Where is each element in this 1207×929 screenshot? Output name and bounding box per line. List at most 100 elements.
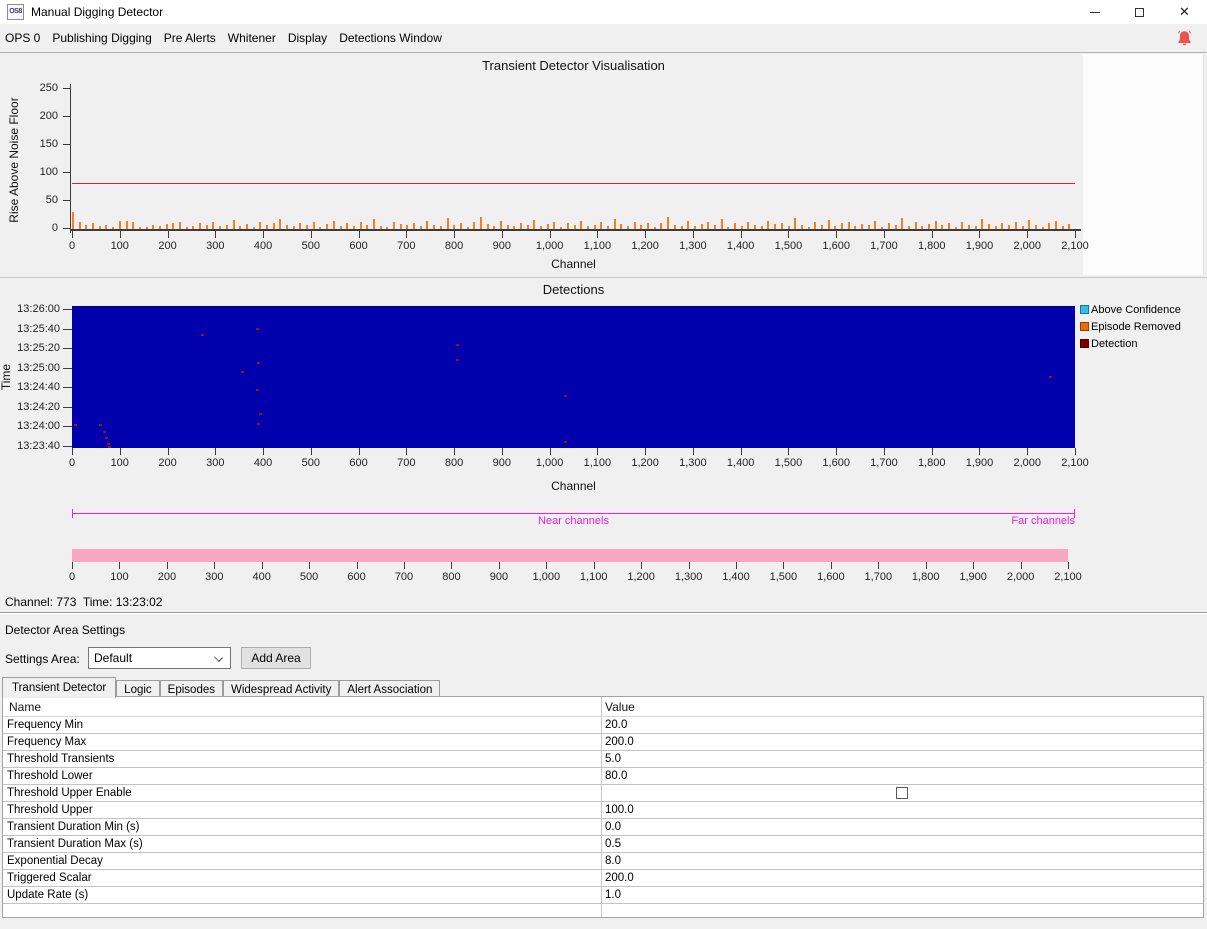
detection-mark	[106, 443, 110, 446]
menu-whitener[interactable]: Whitener	[222, 24, 282, 51]
chart2-time-tick	[63, 348, 72, 350]
chart1-x-tick	[836, 231, 838, 238]
transient-bar	[352, 226, 355, 229]
alert-bell-icon[interactable]	[1176, 30, 1193, 47]
settings-area-dropdown[interactable]: Default	[88, 647, 231, 669]
chart2-x-tick	[549, 448, 551, 455]
close-button[interactable]: ✕	[1162, 0, 1207, 24]
chart2-x-tick	[263, 448, 265, 455]
transient-bar	[306, 225, 308, 229]
chart1-x-tick	[358, 231, 360, 238]
chart1-y-tick	[63, 200, 70, 201]
row-value[interactable]: 80.0	[605, 770, 627, 782]
menu-detections-window[interactable]: Detections Window	[333, 24, 448, 51]
threshold-upper-enable-checkbox[interactable]	[896, 787, 908, 799]
chart1-y-tick	[63, 116, 70, 117]
transient-bar	[894, 225, 897, 229]
detections-heatmap[interactable]	[72, 306, 1075, 448]
table-row-threshold-transients[interactable]: Threshold Transients 5.0	[3, 751, 1203, 768]
chart2-x-tick	[501, 448, 503, 455]
transient-bar	[312, 222, 315, 229]
transient-bar	[138, 227, 141, 229]
table-row-threshold-upper-enable[interactable]: Threshold Upper Enable	[3, 785, 1203, 802]
far-channels-label: Far channels	[1011, 515, 1075, 527]
app-window: { "window": { "title": "Manual Digging D…	[0, 0, 1207, 929]
channel-overview-bar[interactable]	[72, 549, 1068, 562]
title-bar: OS8 Manual Digging Detector ✕	[0, 0, 1207, 24]
transient-bar	[820, 225, 823, 229]
transient-bar	[1028, 220, 1031, 229]
table-row-transient-duration-max-s[interactable]: Transient Duration Max (s) 0.5	[3, 836, 1203, 853]
transient-bar	[393, 222, 395, 229]
transient-bar	[319, 227, 322, 229]
chart2-x-tick	[454, 448, 456, 455]
minimap-tick	[593, 562, 595, 569]
transient-bar	[593, 225, 596, 229]
transient-bar	[439, 226, 442, 229]
menu-publishing-digging[interactable]: Publishing Digging	[46, 24, 157, 51]
transient-bar	[720, 219, 723, 229]
row-value[interactable]: 20.0	[605, 719, 627, 731]
row-value[interactable]: 100.0	[605, 804, 634, 816]
transient-bar	[994, 226, 997, 229]
row-value[interactable]: 0.0	[605, 821, 621, 833]
chart1-ylabel: Rise Above Noise Floor	[7, 97, 21, 223]
detection-mark	[107, 446, 111, 448]
detection-mark	[73, 423, 77, 426]
transient-bar	[379, 226, 382, 229]
chart2-x-tick	[788, 448, 790, 455]
transient-bar	[546, 224, 549, 229]
chart1-x-tick	[454, 231, 456, 238]
menu-display[interactable]: Display	[282, 24, 333, 51]
maximize-button[interactable]	[1117, 0, 1162, 24]
transient-bar	[152, 225, 155, 229]
chart1-x-tick-label: 2,100	[1061, 240, 1089, 252]
table-row-triggered-scalar[interactable]: Triggered Scalar 200.0	[3, 870, 1203, 887]
transient-bar	[974, 226, 977, 229]
chart1-y-tick-label: 50	[45, 194, 58, 206]
table-row-transient-duration-min-s[interactable]: Transient Duration Min (s) 0.0	[3, 819, 1203, 836]
table-header: Name Value	[3, 697, 1203, 717]
chart1-title: Transient Detector Visualisation	[482, 58, 665, 73]
menu-ops-0[interactable]: OPS 0	[0, 24, 46, 51]
chart1-x-tick	[883, 231, 885, 238]
row-value[interactable]: 0.5	[605, 838, 621, 850]
row-value[interactable]: 200.0	[605, 736, 634, 748]
transient-bar	[600, 222, 603, 229]
transient-bar	[239, 226, 242, 229]
chart2-x-tick	[883, 448, 885, 455]
detection-mark	[563, 441, 567, 444]
transient-bar	[185, 227, 188, 229]
transient-bar	[1014, 222, 1017, 229]
table-row-threshold-lower[interactable]: Threshold Lower 80.0	[3, 768, 1203, 785]
transient-bar	[667, 217, 670, 229]
menu-pre-alerts[interactable]: Pre Alerts	[158, 24, 222, 51]
table-row-exponential-decay[interactable]: Exponential Decay 8.0	[3, 853, 1203, 870]
row-value[interactable]: 1.0	[605, 889, 621, 901]
transient-bar	[988, 224, 991, 229]
tab-transient-detector[interactable]: Transient Detector	[2, 677, 117, 698]
transient-bar	[693, 226, 696, 229]
add-area-button[interactable]: Add Area	[241, 647, 311, 669]
table-row-frequency-max[interactable]: Frequency Max 200.0	[3, 734, 1203, 751]
minimize-button[interactable]	[1072, 0, 1117, 24]
chart2-x-tick	[119, 448, 121, 455]
detection-mark	[255, 327, 259, 330]
channel-minimap[interactable]: Near channels Far channels 0 100 200 300 400…	[0, 500, 1207, 592]
chart2-time-tick	[63, 406, 72, 408]
chart2-time-tick-label: 13:23:40	[17, 440, 60, 452]
row-value[interactable]: 8.0	[605, 855, 621, 867]
row-value[interactable]: 200.0	[605, 872, 634, 884]
row-value[interactable]: 5.0	[605, 753, 621, 765]
transient-detector-chart[interactable]: Transient Detector Visualisation Rise Ab…	[0, 53, 1207, 277]
detections-chart[interactable]: Detections Time Channel 13:26:00 13:25:40…	[0, 277, 1207, 500]
table-row-frequency-min[interactable]: Frequency Min 20.0	[3, 717, 1203, 734]
chart1-x-tick	[167, 231, 169, 238]
minimap-tick	[1068, 562, 1069, 569]
transient-bar	[486, 224, 489, 229]
table-header-value: Value	[605, 700, 635, 714]
table-row-threshold-upper[interactable]: Threshold Upper 100.0	[3, 802, 1203, 819]
chart2-ylabel: Time	[0, 363, 13, 391]
transient-bar	[981, 219, 984, 229]
table-row-update-rate-s[interactable]: Update Rate (s) 1.0	[3, 887, 1203, 904]
